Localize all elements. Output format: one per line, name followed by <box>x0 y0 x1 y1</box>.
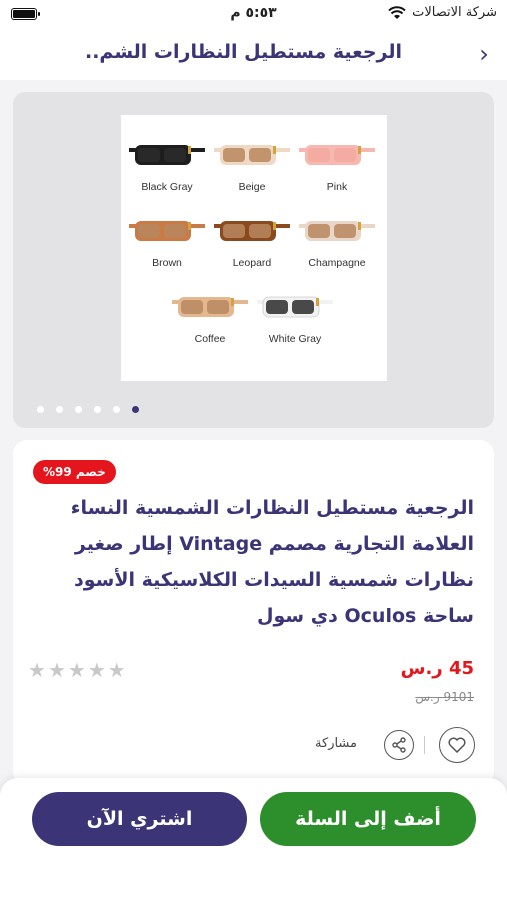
sunglasses-coffee <box>172 297 248 317</box>
star-icon: ★ <box>87 658 106 682</box>
star-icon: ★ <box>47 658 66 682</box>
carousel-dot[interactable] <box>37 406 44 413</box>
top-app-bar: › الرجعية مستطيل النظارات الشم.. <box>0 30 507 80</box>
share-icon <box>392 737 406 753</box>
buy-now-button[interactable]: اشتري الآن <box>32 792 247 846</box>
star-icon: ★ <box>67 658 86 682</box>
wifi-icon <box>388 5 406 19</box>
sunglasses-black-gray <box>129 145 205 165</box>
heart-icon <box>448 737 466 753</box>
original-price: 9101 ر.س <box>415 690 474 704</box>
variant-label: Black Gray <box>141 181 193 193</box>
favorite-button[interactable] <box>439 727 475 763</box>
variant-label: Brown <box>152 257 182 269</box>
carousel-dot[interactable] <box>75 406 82 413</box>
sunglasses-brown <box>129 221 205 241</box>
add-to-cart-button[interactable]: أضف إلى السلة <box>260 792 476 846</box>
sunglasses-leopard <box>214 221 290 241</box>
back-chevron-icon[interactable]: › <box>473 40 495 68</box>
sunglasses-beige <box>214 145 290 165</box>
carrier-name: شركة الاتصالات <box>412 5 497 20</box>
product-image: Black Gray Beige Pink Brown Leopard Champagne… <box>121 115 387 381</box>
share-button[interactable] <box>384 730 414 760</box>
star-icon: ★ <box>107 658 126 682</box>
divider <box>424 736 425 754</box>
carousel-dot[interactable] <box>113 406 120 413</box>
carousel-dot[interactable] <box>132 406 139 413</box>
carousel-dot[interactable] <box>56 406 63 413</box>
carrier-info: شركة الاتصالات <box>388 5 497 20</box>
status-bar: ٥:٥٣ م شركة الاتصالات <box>0 0 507 30</box>
product-image-carousel[interactable]: Black Gray Beige Pink Brown Leopard Champagne… <box>13 92 494 428</box>
product-info-card: خصم 99% الرجعية مستطيل النظارات الشمسية … <box>13 440 494 785</box>
variant-label: Beige <box>239 181 266 193</box>
current-price: 45 ر.س <box>400 658 474 679</box>
sunglasses-variants-graphic: Black Gray Beige Pink Brown Leopard Champagne… <box>129 145 375 345</box>
carousel-dot[interactable] <box>94 406 101 413</box>
sunglasses-white-gray <box>257 296 333 318</box>
product-title: الرجعية مستطيل النظارات الشمسية النساء ا… <box>70 497 474 627</box>
page-title: الرجعية مستطيل النظارات الشم.. <box>85 41 402 63</box>
variant-label: Coffee <box>195 333 226 345</box>
variant-label: Champagne <box>308 257 365 269</box>
share-label[interactable]: مشاركة <box>315 736 357 751</box>
sunglasses-pink <box>299 145 375 165</box>
carousel-pagination <box>37 406 139 413</box>
variant-label: Pink <box>327 181 348 193</box>
bottom-action-bar: اشتري الآن أضف إلى السلة <box>0 778 507 900</box>
sunglasses-champagne <box>299 221 375 241</box>
variant-label: Leopard <box>233 257 272 269</box>
rating-stars: ★ ★ ★ ★ ★ <box>28 658 126 682</box>
variant-label: White Gray <box>269 333 322 345</box>
discount-badge: خصم 99% <box>33 460 116 484</box>
star-icon: ★ <box>28 658 46 682</box>
